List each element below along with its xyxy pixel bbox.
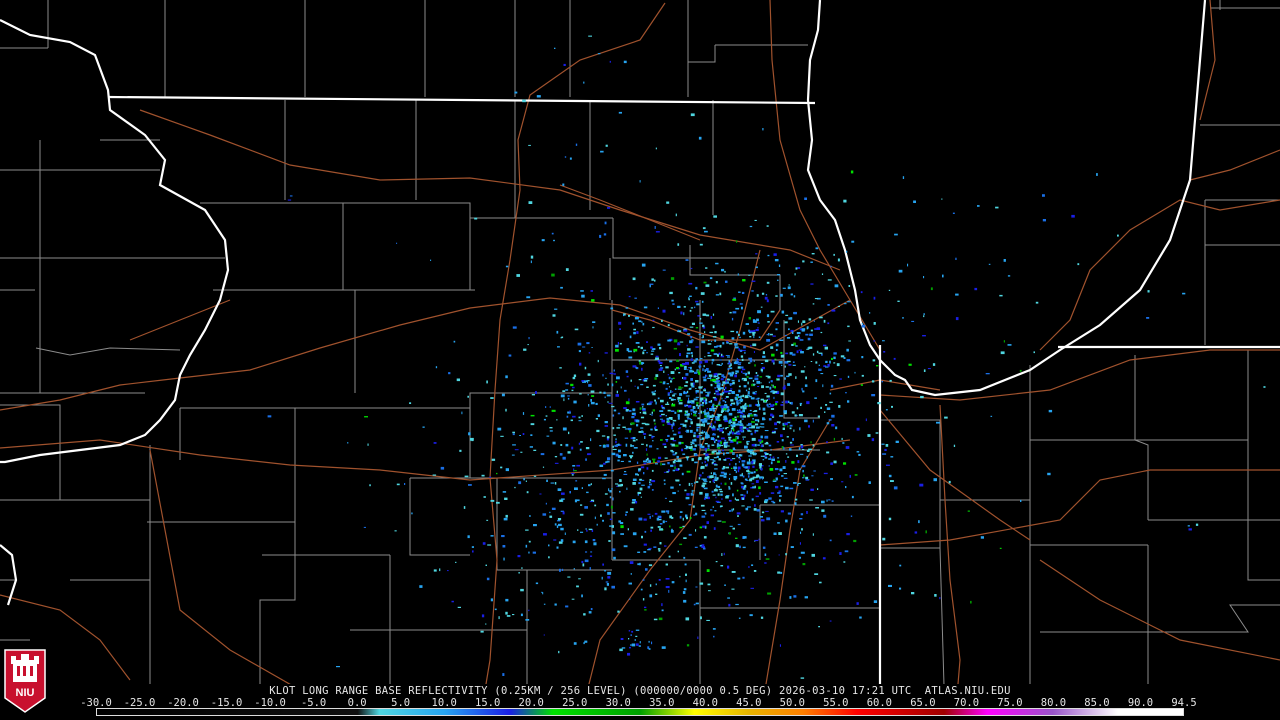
product-caption: KLOT LONG RANGE BASE REFLECTIVITY (0.25K… xyxy=(269,685,1011,697)
niu-tower-logo-icon: NIU xyxy=(4,649,46,713)
radar-map xyxy=(0,0,1280,720)
reflectivity-colorbar xyxy=(96,708,1184,716)
niu-logo: NIU xyxy=(4,646,46,716)
colorbar-labels: -30.0 -25.0 -20.0 -15.0 -10.0 -5.0 0.0 5.0 10.0 1… xyxy=(80,697,1196,709)
